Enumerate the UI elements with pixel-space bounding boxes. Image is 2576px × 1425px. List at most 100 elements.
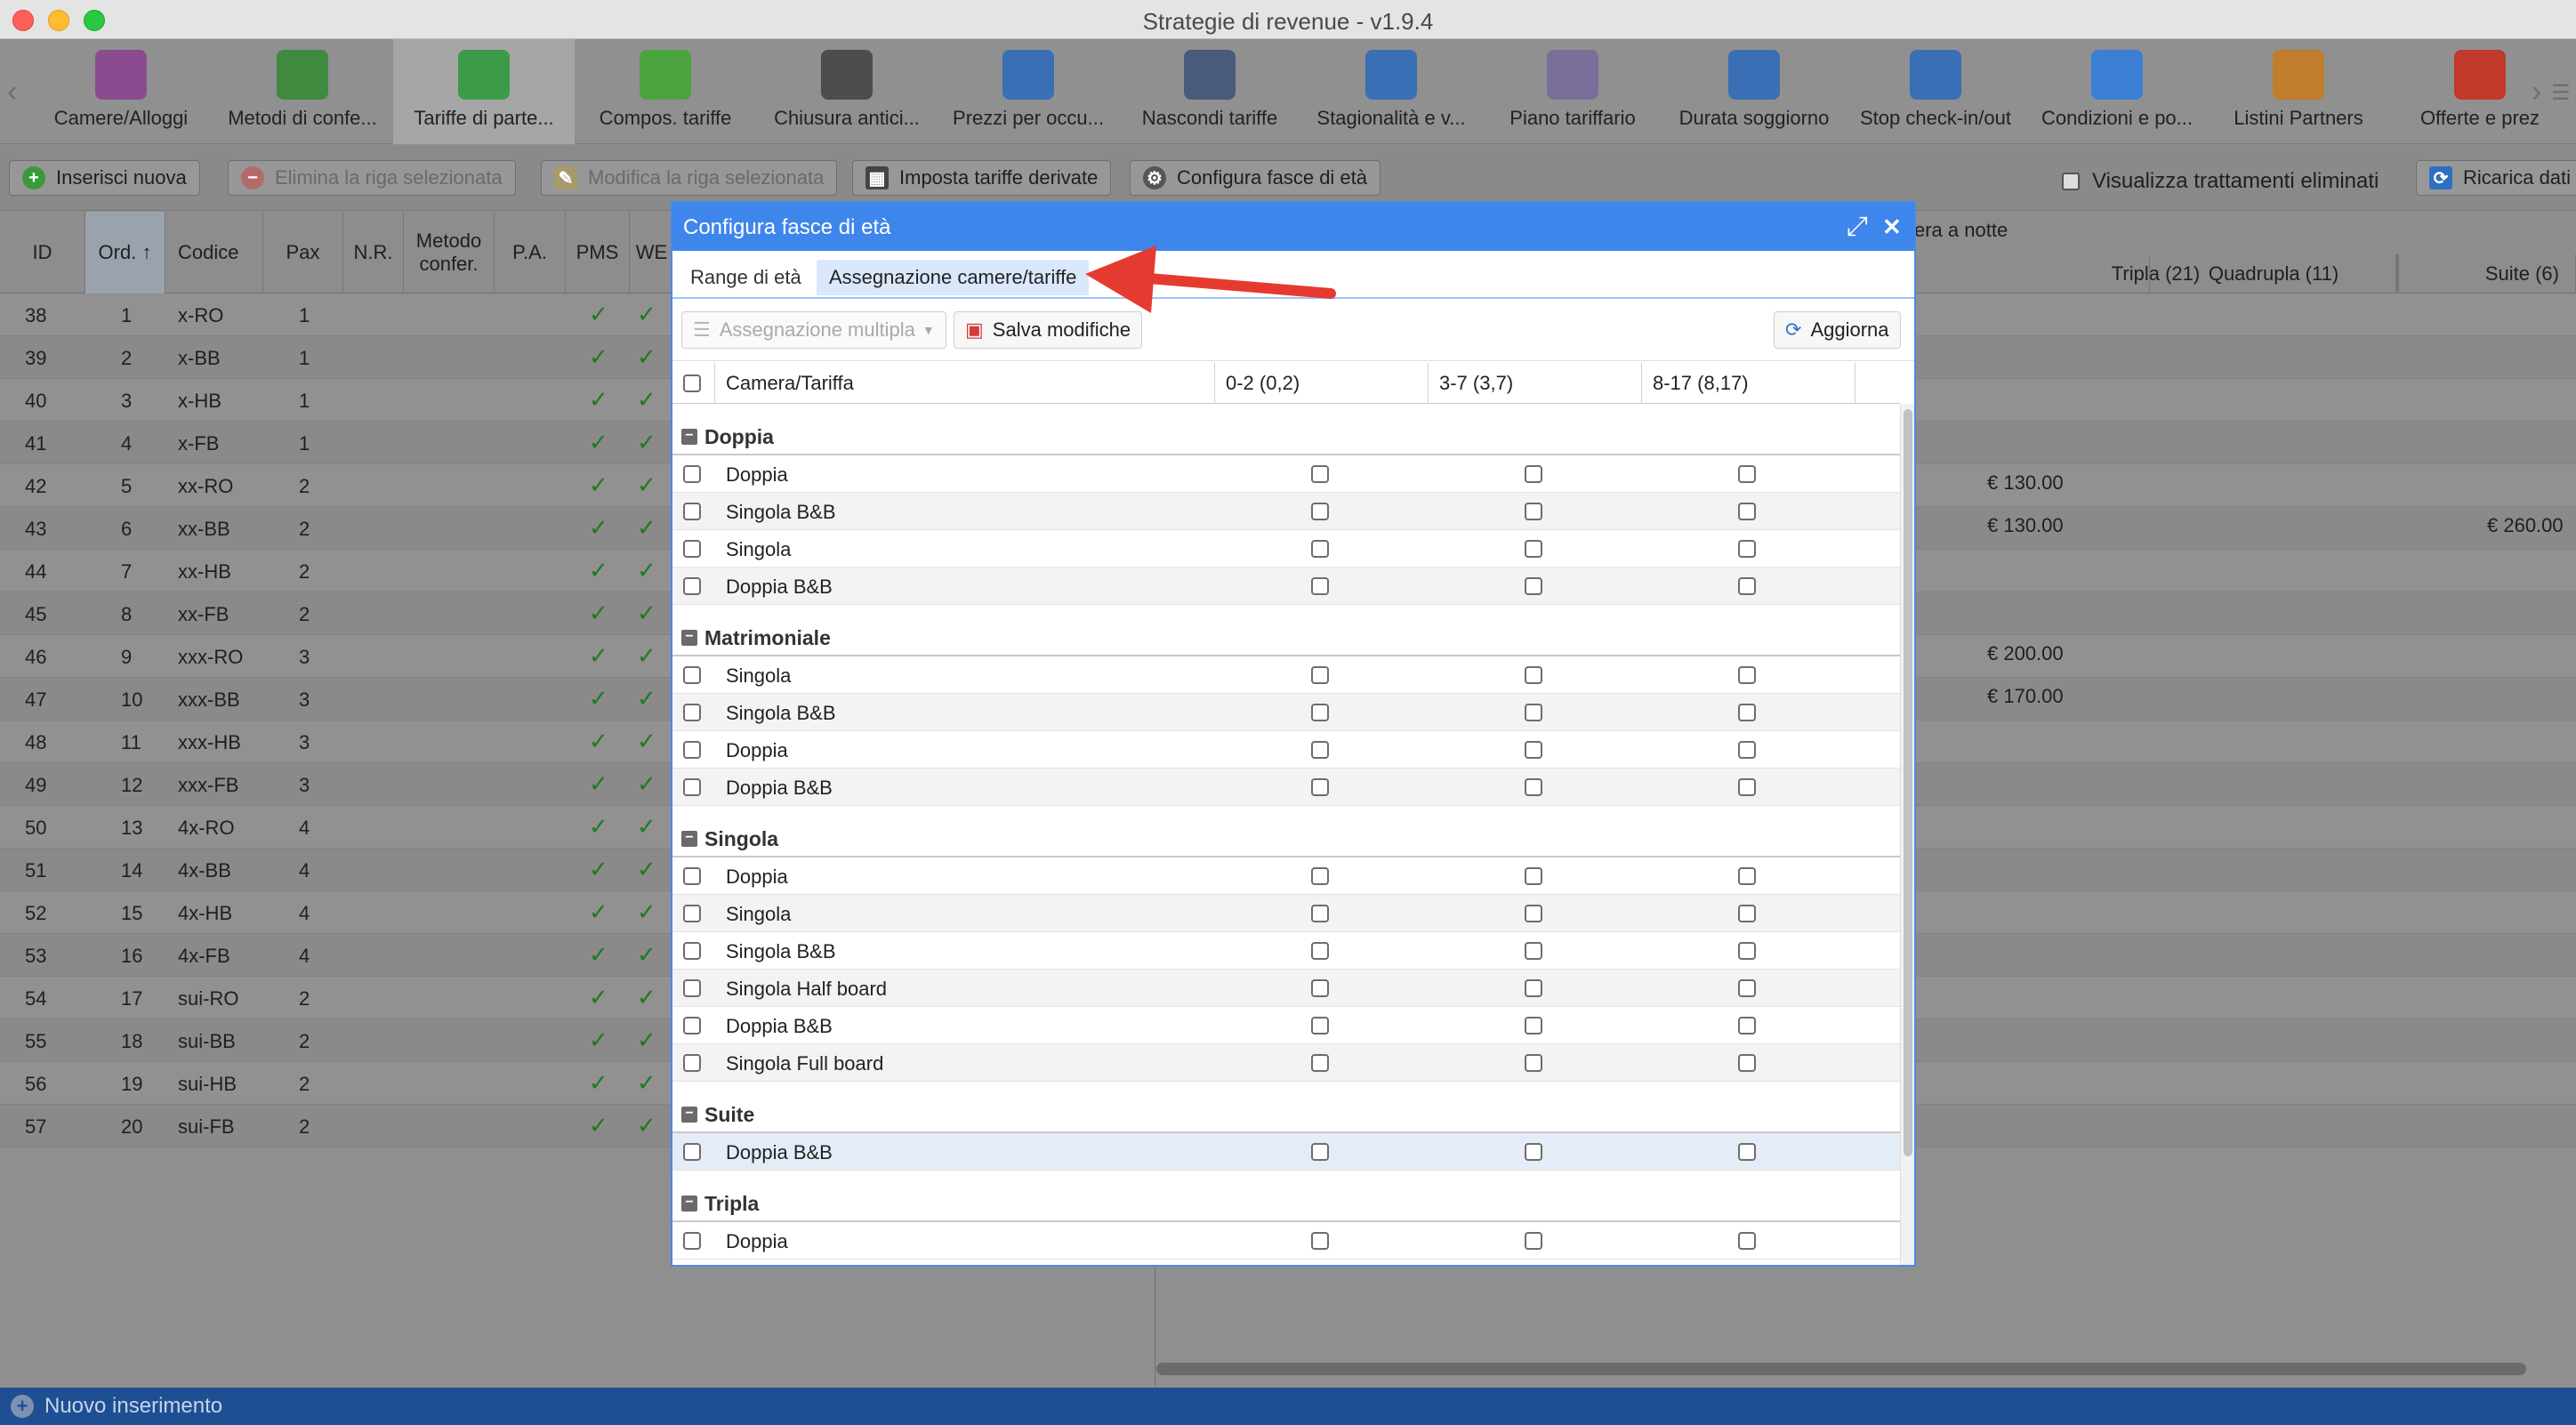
toolbar-prev-icon[interactable]: ‹ bbox=[7, 75, 17, 109]
age-band-checkbox-3[interactable] bbox=[1738, 577, 1756, 595]
toolbar-item[interactable]: Durata soggiorno bbox=[1663, 39, 1845, 144]
age-band-checkbox-3[interactable] bbox=[1738, 704, 1756, 721]
table-row[interactable]: Doppia B&B bbox=[672, 769, 1900, 806]
row-select-checkbox[interactable] bbox=[683, 540, 701, 558]
age-band-checkbox-2[interactable] bbox=[1525, 577, 1542, 595]
row-select-checkbox[interactable] bbox=[683, 465, 701, 483]
toolbar-item[interactable]: Camere/Alloggi bbox=[30, 39, 212, 144]
age-band-checkbox-1[interactable] bbox=[1311, 465, 1329, 483]
table-row[interactable]: Singola B&B bbox=[672, 493, 1900, 530]
toolbar-item[interactable]: Piano tariffario bbox=[1482, 39, 1663, 144]
row-select-checkbox[interactable] bbox=[683, 905, 701, 922]
age-band-checkbox-2[interactable] bbox=[1525, 704, 1542, 721]
show-deleted-checkbox[interactable] bbox=[2062, 173, 2080, 190]
age-band-checkbox-2[interactable] bbox=[1525, 1232, 1542, 1250]
age-band-checkbox-1[interactable] bbox=[1311, 1017, 1329, 1035]
row-select-checkbox[interactable] bbox=[683, 1232, 701, 1250]
reload-data-button[interactable]: ⟳ Ricarica dati bbox=[2416, 160, 2576, 196]
age-band-checkbox-2[interactable] bbox=[1525, 778, 1542, 796]
multi-assign-dropdown[interactable]: ☰ Assegnazione multipla ▼ bbox=[681, 311, 946, 349]
toolbar-next-icon[interactable]: › bbox=[2532, 75, 2541, 109]
age-band-checkbox-2[interactable] bbox=[1525, 1143, 1542, 1161]
derived-rates-button[interactable]: ▦ Imposta tariffe derivate bbox=[852, 160, 1112, 196]
age-band-checkbox-2[interactable] bbox=[1525, 942, 1542, 960]
col-pms[interactable]: PMS bbox=[566, 212, 630, 294]
col-room-rate[interactable]: Camera/Tariffa bbox=[715, 363, 1215, 404]
toolbar-item[interactable]: Stagionalità e v... bbox=[1300, 39, 1482, 144]
col-quadrupla[interactable]: Quadrupla (11) bbox=[2149, 254, 2398, 294]
col-pax[interactable]: Pax bbox=[263, 212, 343, 294]
row-select-checkbox[interactable] bbox=[683, 1054, 701, 1072]
age-band-checkbox-3[interactable] bbox=[1738, 778, 1756, 796]
age-band-checkbox-1[interactable] bbox=[1311, 905, 1329, 922]
table-row[interactable]: Doppia B&B bbox=[672, 1133, 1900, 1171]
row-select-checkbox[interactable] bbox=[683, 1017, 701, 1035]
group-header[interactable]: − Suite bbox=[672, 1082, 1900, 1133]
horizontal-scrollbar[interactable] bbox=[1156, 1363, 2526, 1375]
table-row[interactable]: Singola B&B bbox=[672, 694, 1900, 731]
table-row[interactable]: Singola bbox=[672, 656, 1900, 694]
age-band-checkbox-1[interactable] bbox=[1311, 1232, 1329, 1250]
age-band-checkbox-3[interactable] bbox=[1738, 979, 1756, 997]
toolbar-item[interactable]: Stop check-in/out bbox=[1845, 39, 2026, 144]
row-select-checkbox[interactable] bbox=[683, 1143, 701, 1161]
table-row[interactable]: Doppia bbox=[672, 731, 1900, 769]
row-select-checkbox[interactable] bbox=[683, 666, 701, 684]
age-band-checkbox-1[interactable] bbox=[1311, 867, 1329, 885]
toolbar-item[interactable]: Prezzi per occu... bbox=[938, 39, 1119, 144]
row-select-checkbox[interactable] bbox=[683, 741, 701, 759]
toolbar-item[interactable]: Compos. tariffe bbox=[575, 39, 756, 144]
col-ord[interactable]: Ord. ↑ bbox=[85, 212, 165, 294]
refresh-button[interactable]: ⟳ Aggiorna bbox=[1774, 311, 1901, 349]
tab-age-range[interactable]: Range di età bbox=[678, 260, 814, 295]
collapse-icon[interactable]: − bbox=[681, 1107, 697, 1123]
col-id[interactable]: ID bbox=[0, 212, 85, 294]
age-band-checkbox-2[interactable] bbox=[1525, 1054, 1542, 1072]
collapse-icon[interactable]: − bbox=[681, 1196, 697, 1212]
age-band-checkbox-3[interactable] bbox=[1738, 666, 1756, 684]
delete-row-button[interactable]: − Elimina la riga selezionata bbox=[228, 160, 516, 196]
col-pa[interactable]: P.A. bbox=[495, 212, 566, 294]
vertical-scrollbar[interactable] bbox=[1900, 404, 1914, 1265]
collapse-icon[interactable]: − bbox=[681, 630, 697, 646]
scrollbar-thumb[interactable] bbox=[1904, 409, 1912, 1156]
age-band-checkbox-2[interactable] bbox=[1525, 666, 1542, 684]
col-suite[interactable]: Suite (6) bbox=[2398, 254, 2576, 294]
age-band-checkbox-3[interactable] bbox=[1738, 503, 1756, 520]
configure-age-bands-button[interactable]: ⚙ Configura fasce di età bbox=[1130, 160, 1381, 196]
age-band-checkbox-1[interactable] bbox=[1311, 741, 1329, 759]
col-codice[interactable]: Codice bbox=[165, 212, 263, 294]
age-band-checkbox-3[interactable] bbox=[1738, 465, 1756, 483]
collapse-icon[interactable]: − bbox=[681, 831, 697, 847]
group-header[interactable]: − Tripla bbox=[672, 1171, 1900, 1222]
toolbar-item[interactable]: Offerte e prez bbox=[2389, 39, 2571, 144]
toolbar-item[interactable]: Listini Partners bbox=[2208, 39, 2389, 144]
row-select-checkbox[interactable] bbox=[683, 867, 701, 885]
col-age-8-17[interactable]: 8-17 (8,17) bbox=[1642, 363, 1856, 404]
age-band-checkbox-1[interactable] bbox=[1311, 1143, 1329, 1161]
age-band-checkbox-1[interactable] bbox=[1311, 1054, 1329, 1072]
table-row[interactable]: Singola bbox=[672, 895, 1900, 932]
age-band-checkbox-3[interactable] bbox=[1738, 867, 1756, 885]
age-band-checkbox-3[interactable] bbox=[1738, 942, 1756, 960]
insert-new-button[interactable]: + Inserisci nuova bbox=[9, 160, 200, 196]
col-age-0-2[interactable]: 0-2 (0,2) bbox=[1215, 363, 1429, 404]
save-changes-button[interactable]: ▣ Salva modifiche bbox=[954, 311, 1143, 349]
group-header[interactable]: − Singola bbox=[672, 806, 1900, 857]
age-band-checkbox-1[interactable] bbox=[1311, 666, 1329, 684]
table-row[interactable]: Doppia bbox=[672, 1222, 1900, 1260]
table-row[interactable]: Singola Full board bbox=[672, 1044, 1900, 1082]
age-band-checkbox-1[interactable] bbox=[1311, 540, 1329, 558]
age-band-checkbox-3[interactable] bbox=[1738, 540, 1756, 558]
toolbar-item[interactable]: Nascondi tariffe bbox=[1119, 39, 1300, 144]
table-row[interactable]: Doppia bbox=[672, 455, 1900, 493]
age-band-checkbox-1[interactable] bbox=[1311, 577, 1329, 595]
age-band-checkbox-1[interactable] bbox=[1311, 704, 1329, 721]
row-select-checkbox[interactable] bbox=[683, 778, 701, 796]
age-band-checkbox-2[interactable] bbox=[1525, 503, 1542, 520]
age-band-checkbox-1[interactable] bbox=[1311, 778, 1329, 796]
age-band-checkbox-3[interactable] bbox=[1738, 1054, 1756, 1072]
age-band-checkbox-1[interactable] bbox=[1311, 979, 1329, 997]
tab-room-rate-assignment[interactable]: Assegnazione camere/tariffe bbox=[817, 260, 1090, 295]
table-row[interactable]: Doppia bbox=[672, 857, 1900, 895]
